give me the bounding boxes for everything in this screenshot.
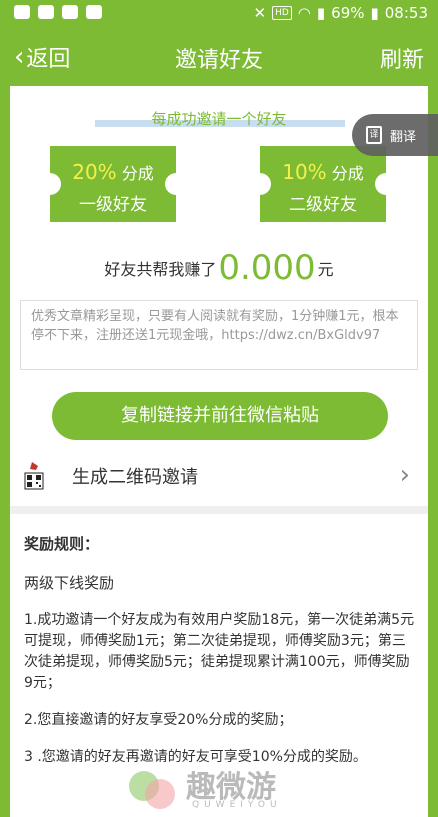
status-bar: ✕ HD ◠ ▮ 69% ▮ 08:53 bbox=[0, 0, 438, 28]
ticket-level-2: 10% 分成 二级好友 bbox=[249, 146, 397, 222]
battery-percent: 69% bbox=[331, 4, 365, 22]
ticket-share: 分成 bbox=[331, 164, 364, 183]
qr-invite-row[interactable]: 生成二维码邀请 › bbox=[10, 450, 428, 504]
status-right: ✕ HD ◠ ▮ 69% ▮ 08:53 bbox=[254, 4, 428, 22]
notification-icon bbox=[14, 5, 30, 19]
earnings-amount: 0.000 bbox=[218, 248, 316, 288]
chevron-right-icon: › bbox=[399, 460, 410, 490]
watermark-sub: QUWEIYOU bbox=[192, 800, 282, 810]
clock: 08:53 bbox=[384, 4, 428, 22]
qr-invite-label: 生成二维码邀请 bbox=[72, 467, 198, 488]
ticket-percent-line: 20% 分成 bbox=[50, 160, 176, 184]
translate-icon: 译 bbox=[366, 126, 382, 144]
rule-item: 2.您直接邀请的好友享受20%分成的奖励； bbox=[24, 712, 293, 728]
ticket-level: 二级好友 bbox=[289, 195, 357, 215]
wifi-icon: ◠ bbox=[297, 4, 311, 22]
earnings-unit: 元 bbox=[317, 260, 334, 279]
qr-code-icon bbox=[24, 462, 44, 490]
refresh-button[interactable]: 刷新 bbox=[380, 42, 424, 74]
notification-icons bbox=[14, 5, 102, 19]
rules-subtitle: 两级下线奖励 bbox=[24, 574, 115, 592]
main-content: 每成功邀请一个好友 20% 分成 一级好友 10% 分成 二级好友 好友共帮我赚… bbox=[10, 86, 428, 817]
earnings-summary: 好友共帮我赚了0.000 元 bbox=[10, 248, 428, 288]
hd-badge: HD bbox=[272, 6, 292, 20]
translate-button[interactable]: 译 翻译 bbox=[352, 114, 438, 156]
page-title: 邀请好友 bbox=[174, 48, 263, 73]
ticket-share: 分成 bbox=[121, 164, 154, 183]
watermark-logo-icon bbox=[129, 771, 175, 809]
ticket-percent: 20% bbox=[72, 160, 117, 184]
earnings-prefix: 好友共帮我赚了 bbox=[104, 260, 217, 279]
square-icon bbox=[86, 5, 102, 19]
section-divider bbox=[10, 506, 428, 514]
reward-rules: 奖励规则： 两级下线奖励 1.成功邀请一个好友成为有效用户奖励18元，第一次徒弟… bbox=[24, 534, 418, 784]
copy-link-button[interactable]: 复制链接并前往微信粘贴 bbox=[52, 392, 388, 440]
rule-item: 1.成功邀请一个好友成为有效用户奖励18元，第一次徒弟满5元可提现，师傅奖励1元… bbox=[24, 612, 415, 691]
ticket-percent-line: 10% 分成 bbox=[260, 160, 386, 184]
wechat-icon bbox=[62, 5, 78, 19]
signal-icon: ▮ bbox=[316, 4, 326, 22]
rules-title: 奖励规则： bbox=[24, 535, 100, 553]
ticket-level-1: 20% 分成 一级好友 bbox=[39, 146, 187, 222]
battery-icon: ▮ bbox=[370, 4, 379, 22]
ticket-level: 一级好友 bbox=[79, 195, 147, 215]
translate-label: 翻译 bbox=[390, 129, 417, 145]
bell-icon bbox=[38, 5, 54, 19]
nav-bar: ‹ 返回 邀请好友 刷新 bbox=[0, 28, 438, 86]
invite-text-box[interactable]: 优秀文章精彩呈现，只要有人阅读就有奖励，1分钟赚1元，根本停不下来，注册还送1元… bbox=[20, 300, 418, 370]
ticket-percent: 10% bbox=[282, 160, 327, 184]
mute-icon: ✕ bbox=[253, 4, 267, 22]
